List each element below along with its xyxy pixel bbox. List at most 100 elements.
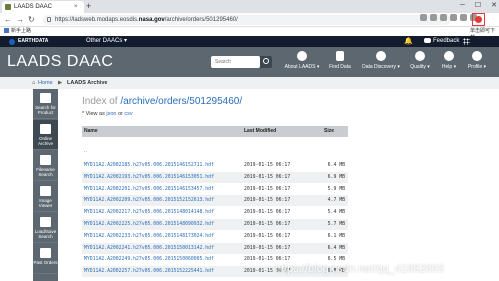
- view-json-link[interactable]: json: [106, 111, 116, 117]
- extension-icon[interactable]: [460, 14, 467, 21]
- back-arrow-icon[interactable]: ←: [4, 14, 12, 26]
- nav-label: Find Data: [329, 64, 351, 70]
- view-csv-link[interactable]: csv: [124, 111, 132, 117]
- nav-quality[interactable]: Quality ▾: [406, 51, 434, 75]
- window-controls: ─ ☐ ✕: [460, 0, 497, 12]
- nav-data-discovery[interactable]: Data Discovery ▾: [358, 51, 404, 75]
- file-link[interactable]: MYD11A2.A2002217.h27v05.006.201514801414…: [84, 207, 214, 218]
- search-input[interactable]: [211, 56, 260, 68]
- file-size: 5.4 MB: [327, 210, 345, 216]
- file-link[interactable]: MYD11A2.A2002249.h27v05.006.201515006000…: [84, 254, 214, 265]
- sidebar-item-online-archive[interactable]: Online Archive: [33, 120, 58, 150]
- maximize-icon[interactable]: ☐: [475, 0, 481, 12]
- file-link[interactable]: MYD11A2.A2002241.h27v05.006.201515001314…: [84, 243, 214, 254]
- breadcrumb-home[interactable]: Home: [38, 77, 53, 89]
- file-size: 6.4 MB: [327, 163, 345, 168]
- lock-icon: [47, 17, 51, 22]
- nav-find-data[interactable]: Find Data: [326, 51, 354, 75]
- bookmarks-bar: 新手上路: [0, 27, 499, 36]
- reload-icon[interactable]: ↻: [28, 14, 35, 26]
- column-name-header[interactable]: Name: [84, 126, 98, 137]
- table-row: MYD11A2.A2002241.h27v05.006.201515001314…: [82, 242, 348, 254]
- table-row: MYD11A2.A2002225.h27v05.006.201514809093…: [82, 219, 348, 230]
- chat-icon: [424, 37, 431, 43]
- file-link[interactable]: MYD11A2.A2002193.h27v05.006.201514615305…: [84, 172, 214, 183]
- title-prefix: Index of: [82, 96, 121, 107]
- file-modified: 2019-01-15 06:17: [244, 245, 291, 251]
- file-link[interactable]: MYD11A2.A2002257.h27v05.006.201515222544…: [84, 266, 214, 277]
- image-icon: [40, 186, 51, 196]
- nav-about-laads[interactable]: About LAADS ▾: [284, 51, 320, 75]
- feedback-link[interactable]: Feedback: [424, 36, 459, 47]
- file-size: 5.7 MB: [327, 222, 345, 227]
- file-modified: 2019-01-15 06:17: [244, 222, 291, 227]
- file-size: 6.4 MB: [327, 245, 345, 251]
- save-icon: [40, 217, 51, 227]
- sidebar-item-search-product[interactable]: Search for Product: [33, 89, 58, 119]
- extension-icon[interactable]: [440, 14, 447, 21]
- file-link[interactable]: MYD11A2.A2002225.h27v05.006.201514809093…: [84, 219, 214, 230]
- sidebar-item-past-orders[interactable]: Past Orders: [33, 244, 58, 274]
- table-row: MYD11A2.A2002217.h27v05.006.201514801414…: [82, 207, 348, 218]
- minimize-icon[interactable]: ─: [460, 0, 465, 12]
- sidebar-item-image-viewer[interactable]: Image Viewer: [33, 182, 58, 212]
- file-link[interactable]: MYD11A2.A2002233.h27v05.006.201514817302…: [84, 231, 214, 242]
- sidebar-item-load-save-search[interactable]: Load/Save Search: [33, 213, 58, 243]
- site-title[interactable]: LAADS DAAC: [7, 53, 113, 71]
- table-row: MYD11A2.A2002233.h27v05.006.201514817302…: [82, 231, 348, 242]
- orders-icon: [40, 248, 51, 258]
- table-row: MYD11A2.A2002201.h27v05.006.201514615345…: [82, 184, 348, 195]
- nav-label: Profile ▾: [467, 64, 487, 70]
- forward-arrow-icon[interactable]: →: [16, 14, 24, 26]
- file-link[interactable]: MYD11A2.A2002185.h27v05.006.201514615271…: [84, 160, 214, 171]
- sidebar-item-filename-search[interactable]: Filename Search: [33, 151, 58, 181]
- laads-header: LAADS DAAC About LAADS ▾ Find Data Data …: [0, 47, 499, 77]
- earthdata-label[interactable]: EARTHDATA: [18, 36, 48, 47]
- bookmark-item[interactable]: 新手上路: [11, 28, 31, 34]
- extension-icon[interactable]: [430, 14, 437, 21]
- sidebar-item-label: Load/Save Search: [34, 229, 57, 239]
- parent-directory-link[interactable]: ..: [84, 148, 87, 154]
- extension-icon[interactable]: [450, 14, 457, 21]
- window-close-icon[interactable]: ✕: [491, 0, 497, 12]
- file-link[interactable]: MYD11A2.A2002201.h27v05.006.201514615345…: [84, 184, 214, 195]
- browser-tab[interactable]: LAADS DAAC ×: [2, 1, 84, 13]
- globe-icon: [297, 51, 307, 61]
- breadcrumb: ⌂ Home ▶ LAADS Archive: [0, 77, 499, 89]
- file-modified: 2019-01-15 06:17: [244, 163, 291, 168]
- nav-label: Data Discovery ▾: [362, 64, 400, 70]
- feedback-label: Feedback: [433, 38, 460, 44]
- apps-grid-icon[interactable]: [463, 38, 470, 45]
- quality-icon: [415, 51, 425, 61]
- url-field[interactable]: https://ladsweb.modaps.eosdis.nasa.gov/a…: [43, 15, 451, 25]
- file-link[interactable]: MYD11A2.A2002209.h27v05.006.201515215261…: [84, 195, 214, 206]
- file-size: 5.9 MB: [327, 186, 345, 192]
- title-path-link[interactable]: /archive/orders/501295460/: [120, 96, 242, 107]
- magnifier-icon: [40, 155, 51, 165]
- file-modified: 2019-01-15 06:17: [244, 210, 291, 216]
- tab-close-icon[interactable]: ×: [74, 1, 78, 13]
- download-extension-icon[interactable]: [475, 16, 482, 23]
- extension-icon[interactable]: [420, 14, 427, 21]
- extension-icons: [420, 14, 477, 21]
- other-daacs-menu[interactable]: Other DAACs ▾: [86, 36, 127, 47]
- bell-icon[interactable]: 🔔: [404, 36, 413, 47]
- table-row: MYD11A2.A2002193.h27v05.006.201514615305…: [82, 171, 348, 183]
- column-modified-header[interactable]: Last Modified: [244, 126, 276, 137]
- document-icon: [40, 93, 51, 103]
- bookmark-icon: [4, 28, 9, 34]
- new-tab-button[interactable]: +: [86, 0, 91, 12]
- column-size-header[interactable]: Size: [324, 126, 334, 137]
- url-domain: nasa.gov: [138, 17, 165, 23]
- home-icon[interactable]: ⌂: [32, 77, 35, 89]
- nasa-logo-icon[interactable]: [9, 39, 15, 45]
- sidebar: Search for Product Online Archive Filena…: [33, 89, 58, 281]
- view-as-prefix: * View as: [82, 111, 107, 117]
- nav-label: Quality ▾: [410, 64, 430, 70]
- nav-profile[interactable]: Profile ▾: [464, 51, 490, 75]
- watermark: https://blog.csdn.net/qq_41862693: [275, 263, 444, 275]
- browser-tab-bar: LAADS DAAC × + ─ ☐ ✕: [0, 0, 499, 13]
- search-button[interactable]: [260, 56, 272, 68]
- url-path: /archive/orders/501295460/: [164, 17, 238, 23]
- nav-help[interactable]: Help ▾: [438, 51, 460, 75]
